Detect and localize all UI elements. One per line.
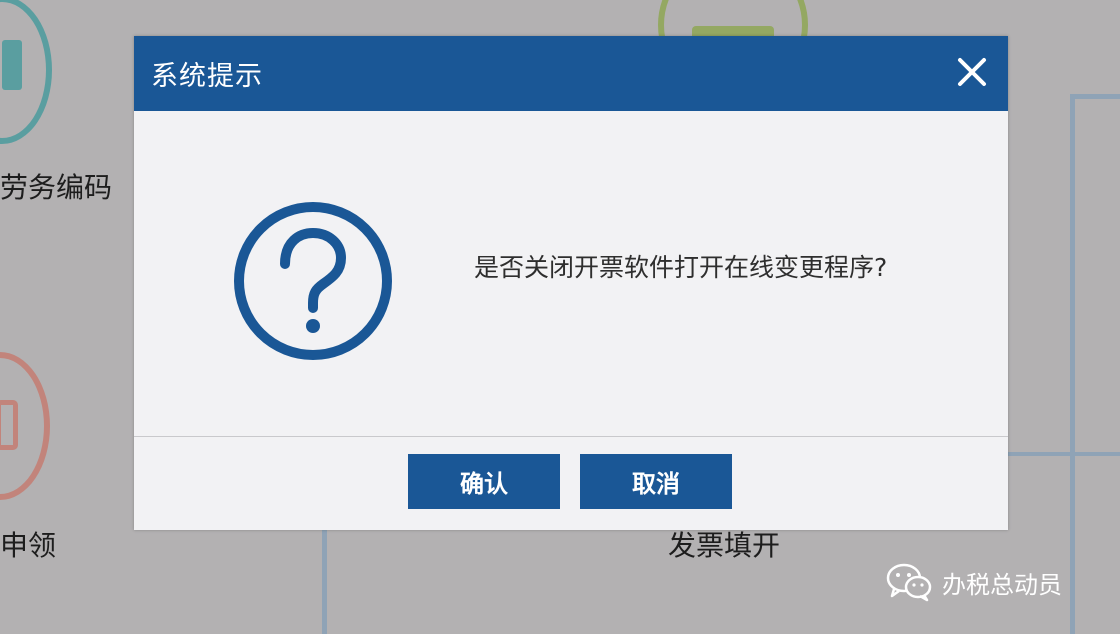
close-icon <box>958 58 986 86</box>
connector-line <box>322 530 327 634</box>
connector-line <box>1008 452 1120 456</box>
watermark-text: 办税总动员 <box>942 570 1062 599</box>
system-prompt-dialog: 系统提示 是否关闭开票软件打开在线变更程序? 确认 取消 <box>134 36 1008 530</box>
confirm-button[interactable]: 确认 <box>408 454 560 509</box>
connector-line <box>1070 94 1120 99</box>
dialog-header: 系统提示 <box>134 36 1008 111</box>
service-code-icon <box>0 0 52 144</box>
screen: 劳务编码 申领 发票填开 系统提示 是否关闭开票软件打开在线变更程序? 确认 取… <box>0 0 1120 634</box>
cancel-button[interactable]: 取消 <box>580 454 732 509</box>
close-button[interactable] <box>952 52 992 92</box>
dialog-message: 是否关闭开票软件打开在线变更程序? <box>474 253 888 282</box>
dialog-title: 系统提示 <box>151 61 263 92</box>
apply-glyph <box>0 400 18 450</box>
dialog-divider <box>134 436 1008 437</box>
apply-icon <box>0 352 50 500</box>
bg-label-service-code: 劳务编码 <box>0 171 113 204</box>
connector-line <box>1070 94 1075 634</box>
bg-label-apply: 申领 <box>0 529 57 562</box>
bg-label-invoice-fill: 发票填开 <box>668 529 781 562</box>
question-circle-icon <box>234 202 392 360</box>
wechat-icon <box>886 563 932 602</box>
service-code-glyph <box>2 40 22 90</box>
watermark: 办税总动员 <box>886 562 1062 602</box>
